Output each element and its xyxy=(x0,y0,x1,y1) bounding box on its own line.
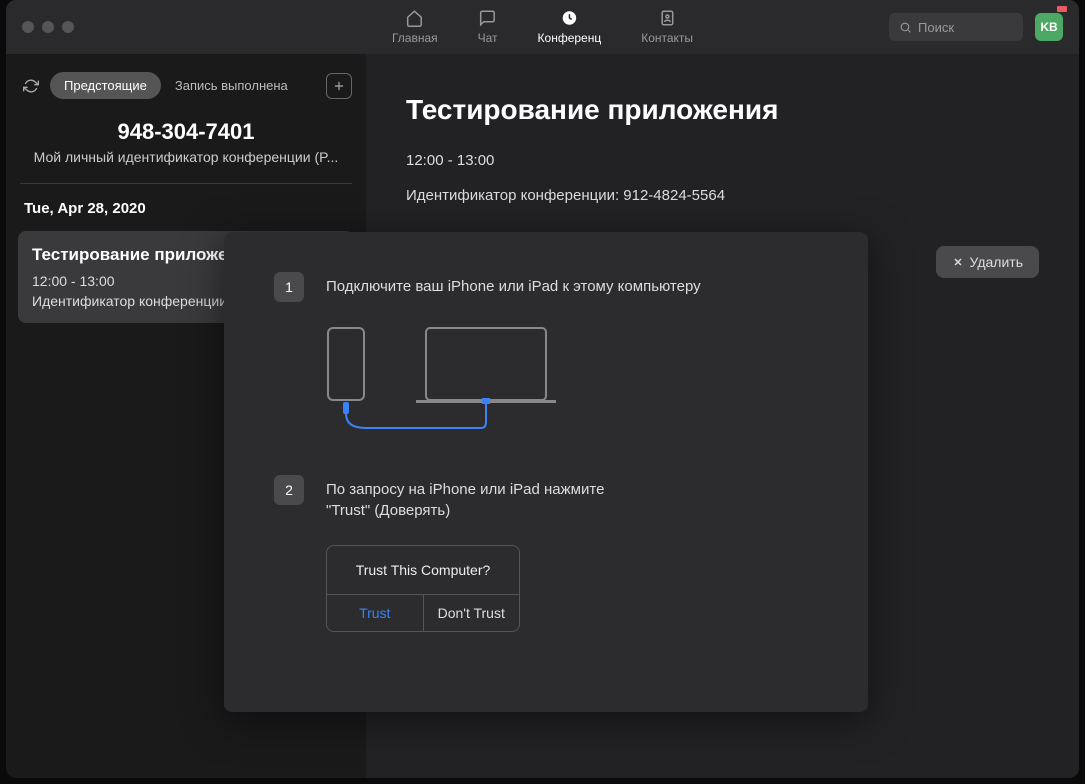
trust-title: Trust This Computer? xyxy=(327,546,519,594)
date-header: Tue, Apr 28, 2020 xyxy=(20,200,352,217)
connect-device-modal: 1 Подключите ваш iPhone или iPad к этому… xyxy=(224,232,868,712)
clock-icon xyxy=(560,9,578,27)
home-icon xyxy=(406,9,424,27)
delete-button[interactable]: Удалить xyxy=(936,246,1039,278)
divider xyxy=(20,183,352,184)
nav-meetings[interactable]: Конференц xyxy=(538,9,602,45)
meeting-detail-time: 12:00 - 13:00 xyxy=(406,152,1039,169)
search-icon xyxy=(899,21,912,34)
nav-home[interactable]: Главная xyxy=(392,9,438,45)
pmi-label: Мой личный идентификатор конференции (P.… xyxy=(20,149,352,165)
pmi-block[interactable]: 948-304-7401 Мой личный идентификатор ко… xyxy=(20,119,352,165)
step-2-text: По запросу на iPhone или iPad нажмите "T… xyxy=(326,475,616,521)
nav-tabs: Главная Чат Конференц Контакты xyxy=(392,9,693,45)
app-window: Главная Чат Конференц Контакты xyxy=(6,0,1079,778)
step-2-badge: 2 xyxy=(274,475,304,505)
nav-contacts[interactable]: Контакты xyxy=(641,9,693,45)
nav-home-label: Главная xyxy=(392,31,438,45)
recording-indicator-icon xyxy=(1057,6,1067,12)
meeting-detail-id: Идентификатор конференции: 912-4824-5564 xyxy=(406,187,1039,204)
close-dot[interactable] xyxy=(22,21,34,33)
trust-prompt: Trust This Computer? Trust Don't Trust xyxy=(326,545,520,632)
maximize-dot[interactable] xyxy=(62,21,74,33)
nav-chat-label: Чат xyxy=(478,31,498,45)
search-input[interactable]: Поиск xyxy=(889,13,1023,41)
trust-button[interactable]: Trust xyxy=(327,595,424,631)
dont-trust-button[interactable]: Don't Trust xyxy=(424,595,520,631)
nav-meetings-label: Конференц xyxy=(538,31,602,45)
tab-group: Предстоящие Запись выполнена xyxy=(50,72,302,99)
step-1-text: Подключите ваш iPhone или iPad к этому к… xyxy=(326,272,701,302)
delete-label: Удалить xyxy=(970,254,1023,270)
plus-icon xyxy=(332,79,346,93)
titlebar: Главная Чат Конференц Контакты xyxy=(6,0,1079,54)
minimize-dot[interactable] xyxy=(42,21,54,33)
contacts-icon xyxy=(658,9,676,27)
add-meeting-button[interactable] xyxy=(326,73,352,99)
avatar[interactable]: KB xyxy=(1035,13,1063,41)
window-controls xyxy=(22,21,74,33)
nav-contacts-label: Контакты xyxy=(641,31,693,45)
tab-upcoming[interactable]: Предстоящие xyxy=(50,72,161,99)
close-icon xyxy=(952,256,964,268)
tab-recorded[interactable]: Запись выполнена xyxy=(161,72,302,99)
device-diagram xyxy=(326,326,818,441)
step-1-badge: 1 xyxy=(274,272,304,302)
refresh-icon xyxy=(23,78,39,94)
search-placeholder: Поиск xyxy=(918,20,954,35)
pmi-number: 948-304-7401 xyxy=(20,119,352,145)
nav-chat[interactable]: Чат xyxy=(478,9,498,45)
meeting-detail-title: Тестирование приложения xyxy=(406,94,1039,126)
chat-icon xyxy=(479,9,497,27)
refresh-button[interactable] xyxy=(20,75,42,97)
